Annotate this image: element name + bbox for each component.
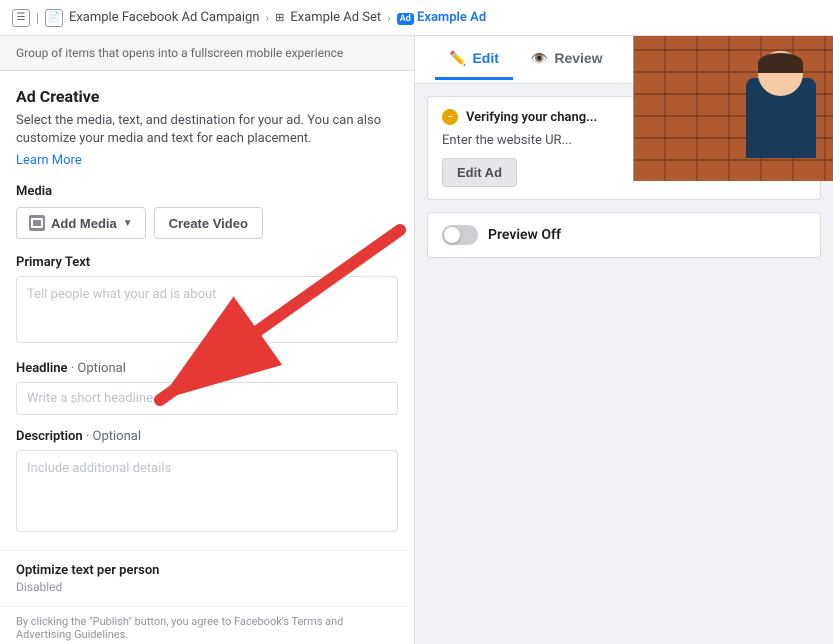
video-thumbnail bbox=[633, 36, 833, 181]
description-label: Description · Optional bbox=[16, 429, 398, 444]
toggle-icon[interactable]: ☰ bbox=[12, 9, 30, 27]
verifying-header-text: Verifying your chang... bbox=[466, 110, 597, 125]
media-icon bbox=[29, 215, 45, 231]
media-section: Media Add Media ▼ Create Video bbox=[0, 168, 414, 239]
headline-input[interactable] bbox=[16, 382, 398, 415]
primary-text-section: Primary Text bbox=[0, 255, 414, 347]
breadcrumb-bar: ☰ | 📄 Example Facebook Ad Campaign › ⊞ E… bbox=[0, 0, 833, 36]
bottom-note: By clicking the "Publish" button, you ag… bbox=[0, 606, 414, 644]
breadcrumb-campaign[interactable]: Example Facebook Ad Campaign bbox=[69, 10, 260, 25]
ad-creative-desc: Select the media, text, and destination … bbox=[16, 112, 398, 148]
breadcrumb-sep-1: | bbox=[36, 11, 39, 25]
description-section: Description · Optional bbox=[0, 429, 414, 536]
group-info-bar: Group of items that opens into a fullscr… bbox=[0, 36, 414, 71]
ad-creative-section: Ad Creative Select the media, text, and … bbox=[0, 71, 414, 168]
campaign-icon: 📄 bbox=[45, 9, 63, 27]
optimize-value: Disabled bbox=[16, 580, 398, 594]
dropdown-arrow-icon: ▼ bbox=[123, 218, 133, 229]
group-info-text: Group of items that opens into a fullscr… bbox=[16, 46, 343, 60]
breadcrumb-arrow-1: › bbox=[266, 11, 270, 25]
person-silhouette bbox=[738, 51, 823, 181]
review-icon: 👁️ bbox=[531, 50, 548, 67]
add-media-label: Add Media bbox=[51, 216, 117, 231]
headline-section: Headline · Optional bbox=[0, 361, 414, 415]
tab-edit[interactable]: ✏️ Edit bbox=[435, 40, 513, 80]
breadcrumb-ad[interactable]: Ad Example Ad bbox=[397, 10, 486, 25]
right-panel: ✏️ Edit 👁️ Review − Verifying your chang… bbox=[415, 36, 833, 644]
optimize-section: Optimize text per person Disabled bbox=[0, 550, 414, 606]
primary-text-input[interactable] bbox=[16, 276, 398, 343]
toggle-knob bbox=[444, 227, 460, 243]
learn-more-link[interactable]: Learn More bbox=[16, 153, 82, 168]
add-media-button[interactable]: Add Media ▼ bbox=[16, 207, 146, 239]
preview-toggle-section: Preview Off bbox=[427, 212, 821, 258]
ad-creative-title: Ad Creative bbox=[16, 87, 398, 106]
create-video-button[interactable]: Create Video bbox=[154, 207, 263, 239]
breadcrumb-adset[interactable]: Example Ad Set bbox=[290, 10, 381, 25]
media-buttons: Add Media ▼ Create Video bbox=[16, 207, 398, 239]
headline-label: Headline · Optional bbox=[16, 361, 398, 376]
preview-label: Preview Off bbox=[488, 227, 561, 243]
preview-toggle[interactable] bbox=[442, 225, 478, 245]
main-layout: Group of items that opens into a fullscr… bbox=[0, 36, 833, 644]
tab-review[interactable]: 👁️ Review bbox=[517, 40, 617, 80]
breadcrumb-arrow-2: › bbox=[387, 11, 391, 25]
primary-text-label: Primary Text bbox=[16, 255, 398, 270]
description-input[interactable] bbox=[16, 450, 398, 532]
media-label: Media bbox=[16, 184, 398, 199]
verifying-status-icon: − bbox=[442, 109, 458, 125]
left-panel: Group of items that opens into a fullscr… bbox=[0, 36, 415, 644]
ad-icon: Ad bbox=[397, 13, 414, 25]
edit-icon: ✏️ bbox=[449, 50, 466, 67]
edit-ad-button[interactable]: Edit Ad bbox=[442, 158, 517, 187]
optimize-title: Optimize text per person bbox=[16, 563, 398, 578]
